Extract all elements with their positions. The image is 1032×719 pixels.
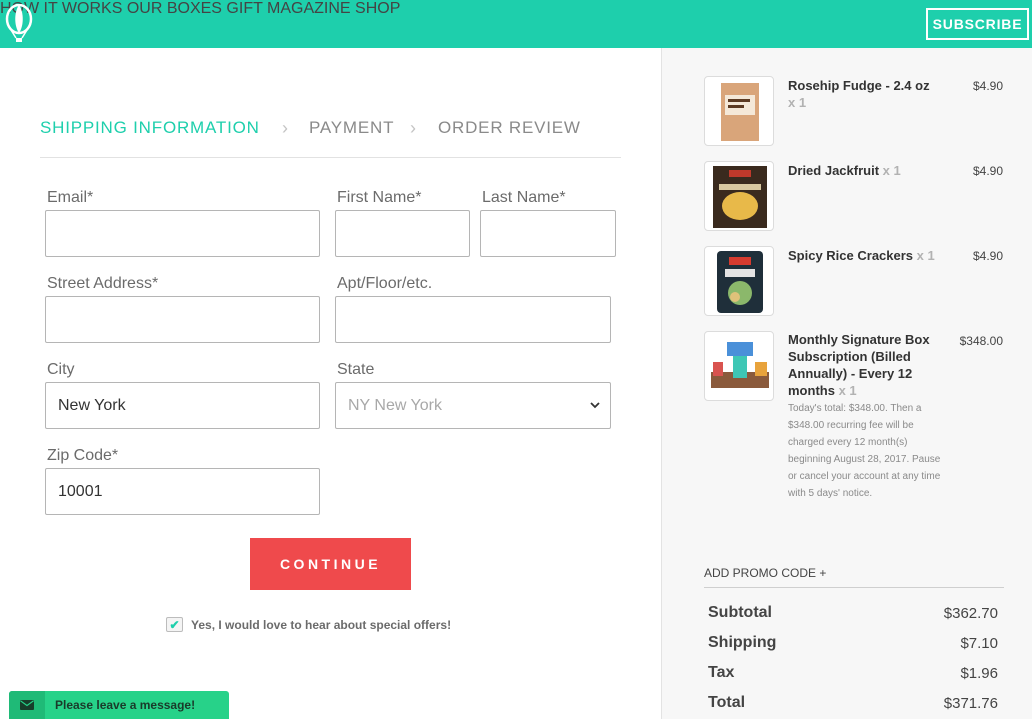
subscribe-button[interactable]: SUBSCRIBE [926, 8, 1029, 40]
cart-item-name: Dried Jackfruit x 1 [788, 162, 938, 179]
product-thumbnail [704, 76, 774, 146]
cart-item-name: Monthly Signature Box Subscription (Bill… [788, 331, 938, 399]
cart-item-price: $348.00 [959, 334, 1003, 348]
cart-item-title: Rosehip Fudge - 2.4 oz [788, 78, 930, 93]
state-label: State [337, 361, 375, 378]
cart-item-title: Monthly Signature Box Subscription (Bill… [788, 332, 930, 398]
step-order-review[interactable]: ORDER REVIEW [438, 118, 581, 138]
envelope-icon [9, 691, 45, 719]
add-promo-code-link[interactable]: ADD PROMO CODE + [704, 566, 826, 580]
cart-item-price: $4.90 [972, 164, 1003, 178]
cart-item-quantity: x 1 [838, 383, 857, 398]
email-field[interactable] [45, 210, 320, 257]
cart-item-price: $4.90 [972, 249, 1003, 263]
product-thumbnail [704, 246, 774, 316]
chat-widget[interactable]: Please leave a message! [9, 691, 229, 719]
apt-floor-label: Apt/Floor/etc. [337, 275, 433, 292]
promo-divider [704, 587, 1004, 588]
state-select[interactable]: NY New York [335, 382, 611, 429]
email-label: Email* [47, 189, 94, 206]
street-address-label: Street Address* [47, 275, 159, 292]
cart-item-quantity: x 1 [788, 95, 807, 110]
nav-our-boxes[interactable]: OUR BOXES [127, 0, 222, 17]
hot-air-balloon-icon[interactable] [4, 4, 34, 44]
last-name-field[interactable] [480, 210, 616, 257]
city-label: City [47, 361, 75, 378]
cart-item-name: Spicy Rice Crackers x 1 [788, 247, 938, 264]
chat-widget-label: Please leave a message! [55, 698, 196, 712]
chevron-down-icon [590, 402, 600, 409]
steps-divider [40, 157, 621, 158]
nav-gift[interactable]: GIFT [226, 0, 262, 17]
step-shipping-information[interactable]: SHIPPING INFORMATION [40, 118, 260, 138]
special-offers-checkbox[interactable]: ✔ [166, 617, 183, 632]
order-summary-sidebar: Rosehip Fudge - 2.4 oz x 1 $4.90 Dried J… [661, 48, 1032, 719]
cart-item-quantity: x 1 [916, 248, 935, 263]
subscription-note: Today's total: $348.00. Then a $348.00 r… [788, 403, 941, 499]
product-thumbnail [704, 331, 774, 401]
chevron-right-icon: › [282, 118, 288, 138]
city-field[interactable]: New York [45, 382, 320, 429]
product-thumbnail [704, 161, 774, 231]
state-select-value: NY New York [348, 396, 442, 414]
tax-label: Tax [708, 664, 735, 681]
first-name-label: First Name* [337, 189, 422, 206]
special-offers-label: Yes, I would love to hear about special … [191, 617, 452, 632]
zip-code-label: Zip Code* [47, 447, 119, 464]
first-name-field[interactable] [335, 210, 470, 257]
cart-item-title: Dried Jackfruit [788, 163, 880, 178]
special-offers-optin[interactable]: ✔ Yes, I would love to hear about specia… [166, 617, 451, 632]
cart-item-title: Spicy Rice Crackers [788, 248, 914, 263]
subtotal-label: Subtotal [708, 604, 772, 621]
nav-shop[interactable]: SHOP [355, 0, 400, 17]
step-payment[interactable]: PAYMENT [309, 118, 394, 138]
cart-item-price: $4.90 [972, 79, 1003, 93]
apt-floor-field[interactable] [335, 296, 611, 343]
shipping-label: Shipping [708, 634, 777, 651]
nav-magazine[interactable]: MAGAZINE [267, 0, 351, 17]
last-name-label: Last Name* [482, 189, 566, 206]
tax-value: $1.96 [960, 665, 998, 682]
total-value: $371.76 [943, 695, 998, 712]
cart-item-quantity: x 1 [882, 163, 901, 178]
continue-button[interactable]: CONTINUE [250, 538, 411, 590]
shipping-value: $7.10 [960, 635, 998, 652]
cart-item-name: Rosehip Fudge - 2.4 oz x 1 [788, 77, 938, 111]
top-navigation-bar: HOW IT WORKS OUR BOXES GIFT MAGAZINE SHO… [0, 0, 1032, 48]
subtotal-value: $362.70 [943, 605, 998, 622]
checkmark-icon: ✔ [169, 617, 180, 632]
street-address-field[interactable] [45, 296, 320, 343]
zip-code-field[interactable]: 10001 [45, 468, 320, 515]
total-label: Total [708, 694, 746, 711]
chevron-right-icon: › [410, 118, 416, 138]
